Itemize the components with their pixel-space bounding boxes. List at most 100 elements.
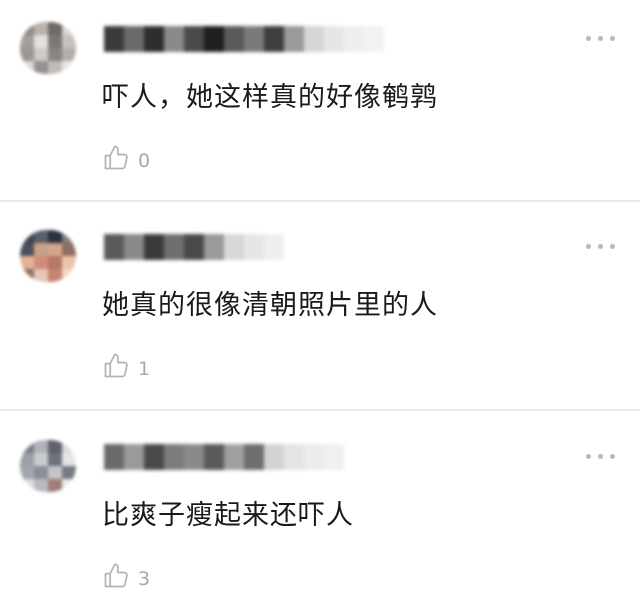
- avatar-mosaic-block: [20, 440, 34, 453]
- username-mosaic-block: [284, 444, 304, 470]
- avatar-mosaic-block: [34, 466, 48, 479]
- username-mosaic-block: [164, 444, 184, 470]
- avatar-mosaic-block: [48, 440, 62, 453]
- avatar-mosaic-block: [34, 269, 48, 282]
- avatar-mosaic-block: [48, 466, 62, 479]
- avatar-mosaic-block: [20, 61, 34, 74]
- avatar-mosaic-block: [20, 243, 34, 256]
- username-mosaic-block: [224, 26, 244, 52]
- divider: [0, 409, 640, 411]
- avatar-mosaic-block: [34, 48, 48, 61]
- avatar-mosaic-block: [62, 440, 76, 453]
- avatar-mosaic-block: [48, 230, 62, 243]
- username-mosaic-block: [144, 444, 164, 470]
- avatar-mosaic-block: [34, 243, 48, 256]
- username-mosaic-block: [184, 234, 204, 260]
- avatar-mosaic-block: [20, 479, 34, 492]
- avatar-mosaic-block: [34, 256, 48, 269]
- avatar-mosaic-block: [62, 243, 76, 256]
- avatar-mosaic-block: [20, 22, 34, 35]
- username-mosaic-block: [144, 26, 164, 52]
- username-mosaic-block: [124, 234, 144, 260]
- avatar-mosaic-block: [20, 256, 34, 269]
- username-mosaic-block: [204, 444, 224, 470]
- avatar-mosaic-block: [34, 453, 48, 466]
- username-mosaic-block: [224, 444, 244, 470]
- avatar-mosaic-block: [62, 61, 76, 74]
- username-mosaic-block: [104, 444, 124, 470]
- like-count: 1: [138, 358, 151, 380]
- thumbs-up-icon: [104, 353, 128, 378]
- avatar-mosaic-block: [20, 269, 34, 282]
- like-button[interactable]: 1: [102, 350, 150, 382]
- username-mosaic-block: [104, 234, 124, 260]
- username-mosaic-block: [164, 234, 184, 260]
- avatar[interactable]: [20, 440, 76, 492]
- username-mosaic-block: [324, 444, 344, 470]
- avatar-mosaic-block: [34, 479, 48, 492]
- username-mosaic-block: [304, 444, 324, 470]
- more-options-icon[interactable]: [586, 244, 616, 252]
- avatar-mosaic-block: [48, 61, 62, 74]
- thumbs-up-icon: [104, 145, 128, 170]
- avatar-mosaic-block: [62, 230, 76, 243]
- username-mosaic-block: [244, 444, 264, 470]
- avatar-mosaic-block: [62, 453, 76, 466]
- avatar-mosaic-block: [20, 48, 34, 61]
- username-mosaic-block: [264, 444, 284, 470]
- more-options-icon[interactable]: [586, 36, 616, 44]
- username-mosaic-block: [224, 234, 244, 260]
- comment-text: 吓人，她这样真的好像鹌鹑: [102, 82, 438, 113]
- thumbs-up-icon: [104, 563, 128, 588]
- username-mosaic-block: [264, 26, 284, 52]
- avatar-mosaic-block: [48, 48, 62, 61]
- avatar-mosaic-block: [48, 269, 62, 282]
- avatar[interactable]: [20, 22, 76, 74]
- username-mosaic-block: [244, 234, 264, 260]
- like-count: 0: [138, 150, 151, 172]
- avatar-mosaic-block: [62, 22, 76, 35]
- like-button[interactable]: 3: [102, 560, 150, 592]
- avatar-mosaic-block: [62, 48, 76, 61]
- avatar-mosaic-block: [62, 466, 76, 479]
- like-button[interactable]: 0: [102, 142, 150, 174]
- avatar-mosaic-block: [48, 35, 62, 48]
- username-mosaic-block: [164, 26, 184, 52]
- username-mosaic-block: [204, 234, 224, 260]
- username-mosaic-block: [124, 26, 144, 52]
- username-mosaic-block: [344, 26, 364, 52]
- avatar-mosaic-block: [20, 453, 34, 466]
- avatar-mosaic-block: [62, 35, 76, 48]
- avatar-mosaic-block: [34, 61, 48, 74]
- avatar[interactable]: [20, 230, 76, 282]
- comment-text: 比爽子瘦起来还吓人: [102, 500, 354, 531]
- avatar-mosaic-block: [48, 453, 62, 466]
- avatar-mosaic-block: [20, 230, 34, 243]
- avatar-mosaic-block: [20, 466, 34, 479]
- comment-item: 她真的很像清朝照片里的人 1: [0, 208, 640, 411]
- avatar-mosaic-block: [62, 256, 76, 269]
- comment-item: 比爽子瘦起来还吓人 3: [0, 418, 640, 611]
- avatar-mosaic-block: [34, 230, 48, 243]
- username-mosaic-block: [144, 234, 164, 260]
- avatar-mosaic-block: [34, 440, 48, 453]
- username-mosaic-block: [284, 26, 304, 52]
- divider: [0, 200, 640, 202]
- avatar-mosaic-block: [34, 22, 48, 35]
- username-mosaic-block: [184, 444, 204, 470]
- comment-text: 她真的很像清朝照片里的人: [102, 290, 438, 321]
- username-mosaic-block: [364, 26, 384, 52]
- avatar-mosaic-block: [48, 256, 62, 269]
- avatar-mosaic-block: [48, 22, 62, 35]
- username-mosaic-block: [324, 26, 344, 52]
- avatar-mosaic-block: [62, 479, 76, 492]
- username-mosaic-block: [184, 26, 204, 52]
- avatar-mosaic-block: [20, 35, 34, 48]
- avatar-mosaic-block: [48, 243, 62, 256]
- more-options-icon[interactable]: [586, 454, 616, 462]
- avatar-mosaic-block: [62, 269, 76, 282]
- username-mosaic-block: [104, 26, 124, 52]
- comment-item: 吓人，她这样真的好像鹌鹑 0: [0, 0, 640, 200]
- like-count: 3: [138, 568, 151, 590]
- username-mosaic-block: [264, 234, 284, 260]
